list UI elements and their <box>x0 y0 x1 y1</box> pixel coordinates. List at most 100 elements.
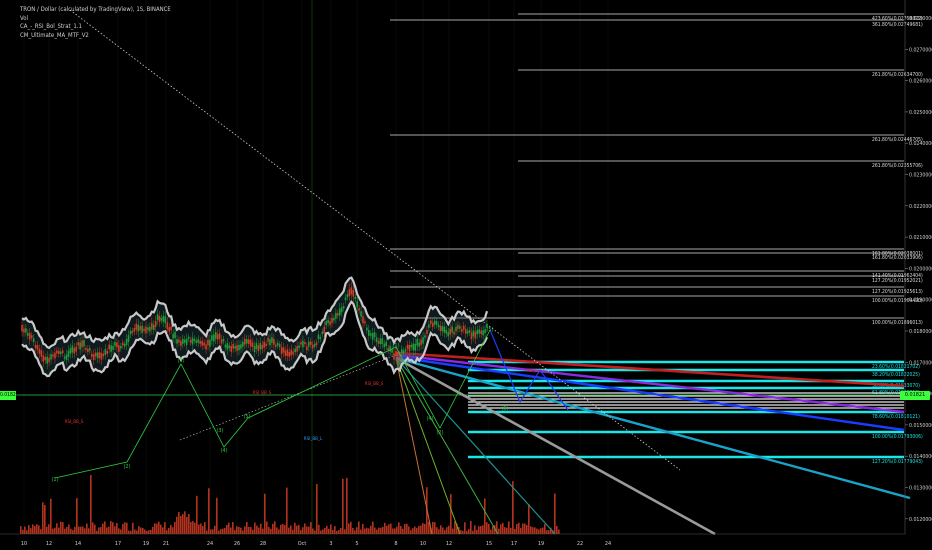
candle-body <box>455 326 457 332</box>
candle-body <box>67 350 70 358</box>
volume-bar <box>260 523 262 534</box>
wave-label: (5) <box>486 327 493 333</box>
candle-body <box>315 342 318 346</box>
volume-bar <box>370 525 372 534</box>
volume-bar <box>20 526 22 534</box>
volume-bar <box>402 528 404 534</box>
candle-body <box>428 324 430 328</box>
candle-body <box>28 333 31 340</box>
signal-label: RSI_BB_S <box>253 390 272 396</box>
candle-body <box>350 287 353 295</box>
volume-bar <box>364 528 366 534</box>
candle-body <box>139 325 141 331</box>
wave-label: (5) <box>501 406 508 412</box>
volume-bar <box>472 530 474 534</box>
volume-bar <box>514 528 516 534</box>
volume-bar <box>282 523 284 534</box>
price-chart[interactable]: 423.60%(0.02758072)361.80%(0.02749681)26… <box>0 0 932 550</box>
volume-bar <box>368 528 370 534</box>
volume-bar <box>306 526 308 534</box>
candle-body <box>118 345 120 352</box>
candle-body <box>412 343 415 351</box>
candle-body <box>145 326 147 334</box>
candle-body <box>371 333 374 340</box>
candle-body <box>360 311 362 317</box>
fib-level-label: 78.60%(0.01810121) <box>872 414 920 420</box>
volume-bar <box>304 523 306 534</box>
volume-bar <box>468 529 470 534</box>
price-axis-label: 0.02800000 <box>909 16 932 22</box>
volume-bar <box>510 527 512 534</box>
time-axis-label: 15 <box>486 541 492 547</box>
volume-bar <box>558 529 560 534</box>
candle-body <box>296 346 298 352</box>
candle-body <box>120 346 122 349</box>
volume-bar <box>228 522 230 534</box>
candle-body <box>325 321 327 326</box>
volume-bar <box>530 526 532 534</box>
price-axis-label: 0.02300000 <box>909 173 932 179</box>
volume-bar <box>120 529 122 534</box>
volume-bar <box>466 530 468 534</box>
candle-body <box>453 331 455 335</box>
legend-indicator-vol[interactable]: Vol <box>20 15 171 24</box>
volume-bar <box>182 514 184 534</box>
candle-body <box>180 341 182 347</box>
volume-bar <box>420 525 422 534</box>
volume-bar <box>38 525 40 534</box>
volume-bar <box>188 513 190 534</box>
volume-bar <box>32 524 34 534</box>
candle-body <box>249 339 252 347</box>
volume-bar <box>360 529 362 534</box>
price-axis-label: 0.02600000 <box>909 79 932 85</box>
volume-bar <box>398 522 400 534</box>
volume-bar <box>230 527 232 534</box>
candle-body <box>395 351 397 357</box>
volume-bar <box>184 511 186 534</box>
candle-body <box>174 331 176 339</box>
left-price-tag: 0.01821 <box>0 391 19 400</box>
candle-body <box>338 308 341 316</box>
candle-body <box>226 343 229 350</box>
volume-bar <box>94 524 96 534</box>
legend-indicator-rsi[interactable]: CA_-_RSI_Bol_Strat_1.1 <box>20 23 171 32</box>
legend-indicator-ma[interactable]: CM_Ultimate_MA_MTF_V2 <box>20 32 171 41</box>
candle-body <box>441 326 444 332</box>
time-axis-label: 19 <box>538 541 544 547</box>
candle-body <box>236 344 238 351</box>
candle-body <box>426 330 428 334</box>
candle-body <box>278 344 281 347</box>
candle-body <box>307 341 310 347</box>
volume-bar <box>352 527 354 534</box>
volume-bar <box>166 530 168 534</box>
volume-bar <box>206 530 208 534</box>
volume-bar <box>308 526 310 534</box>
candle-body <box>214 331 217 339</box>
candle-body <box>286 349 289 356</box>
volume-bar <box>332 530 334 534</box>
candle-body <box>464 328 467 334</box>
candle-body <box>373 332 376 338</box>
candle-body <box>222 338 225 342</box>
candle-body <box>288 351 291 357</box>
candle-body <box>346 294 349 298</box>
volume-bar <box>218 530 220 534</box>
price-axis-label: 0.01700000 <box>909 360 932 366</box>
candle-body <box>414 343 417 351</box>
volume-bar <box>252 529 254 534</box>
volume-bar <box>384 522 386 534</box>
volume-bar <box>240 527 242 534</box>
candle-body <box>364 321 366 324</box>
volume-bar <box>300 530 302 534</box>
candle-body <box>269 339 271 345</box>
volume-bar <box>434 522 436 534</box>
volume-bar <box>508 521 510 534</box>
volume-bar <box>454 521 456 534</box>
volume-bar <box>226 525 228 534</box>
volume-bar <box>316 484 318 534</box>
signal-label: RSI_BB_S <box>365 381 384 387</box>
volume-bar <box>208 488 210 534</box>
volume-bar <box>222 528 224 534</box>
candle-body <box>89 348 91 351</box>
candle-body <box>327 320 329 324</box>
